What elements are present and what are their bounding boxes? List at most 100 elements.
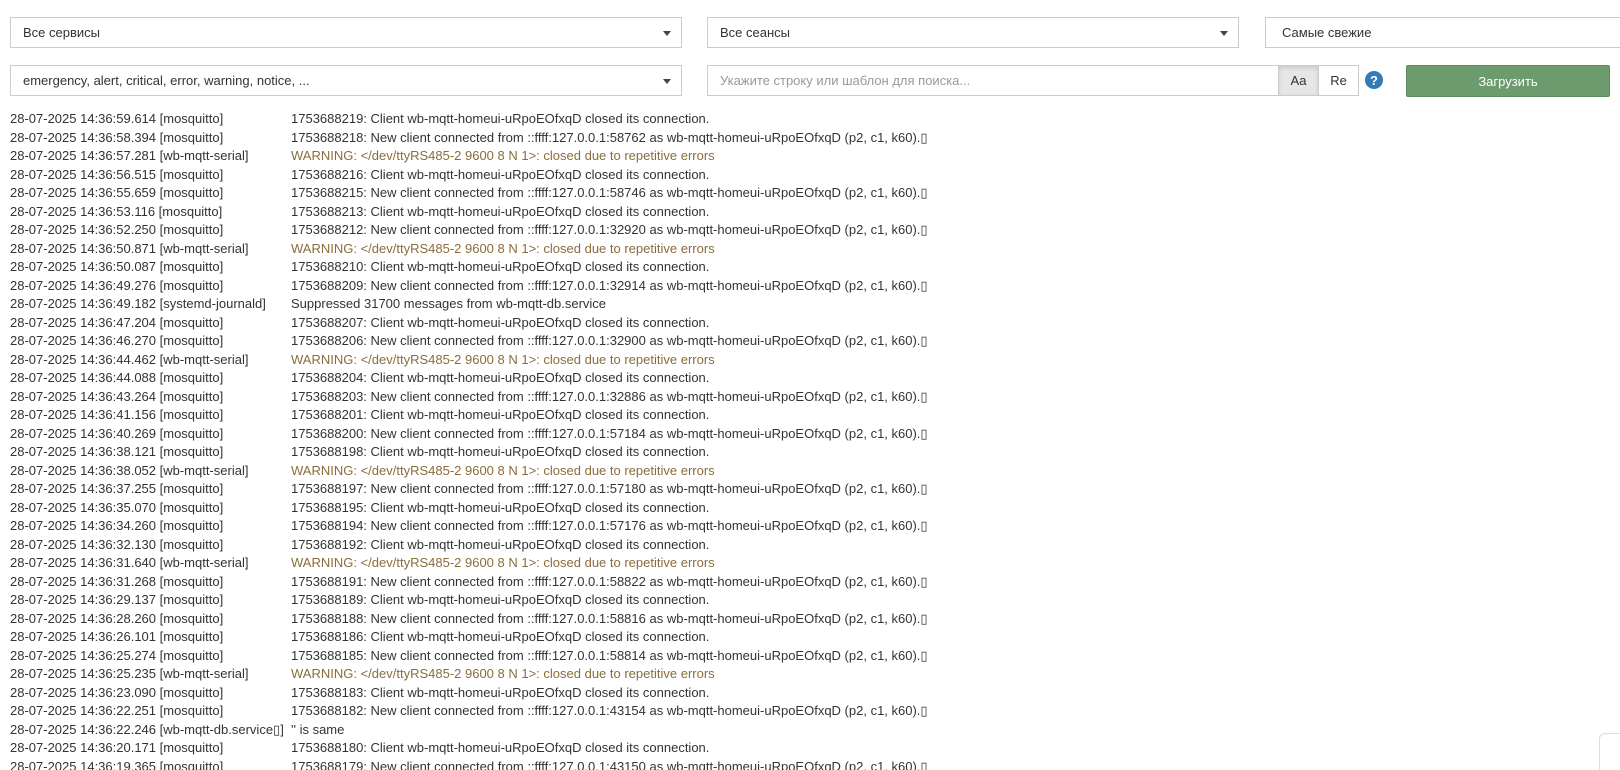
- log-row: 28-07-2025 14:36:49.276 [mosquitto] 17536…: [10, 277, 1590, 296]
- log-message: 1753688186: Client wb-mqtt-homeui-uRpoEO…: [291, 629, 710, 644]
- log-timestamp-service: 28-07-2025 14:36:50.087 [mosquitto]: [10, 259, 224, 274]
- log-timestamp-service: 28-07-2025 14:36:55.659 [mosquitto]: [10, 185, 224, 200]
- log-timestamp-service: 28-07-2025 14:36:49.182 [systemd-journal…: [10, 296, 266, 311]
- order-select-value: Самые свежие: [1282, 25, 1372, 40]
- log-message: 1753688201: Client wb-mqtt-homeui-uRpoEO…: [291, 407, 710, 422]
- log-row: 28-07-2025 14:36:50.871 [wb-mqtt-serial]…: [10, 240, 1590, 259]
- services-select-value: Все сервисы: [23, 25, 100, 40]
- log-row: 28-07-2025 14:36:35.070 [mosquitto] 17536…: [10, 499, 1590, 518]
- log-message: 1753688180: Client wb-mqtt-homeui-uRpoEO…: [291, 740, 710, 755]
- log-message: 1753688216: Client wb-mqtt-homeui-uRpoEO…: [291, 166, 710, 182]
- log-message: 1753688185: New client connected from ::…: [291, 647, 928, 663]
- log-message: WARNING: </dev/ttyRS485-2 9600 8 N 1>: c…: [291, 666, 715, 681]
- log-timestamp-service: 28-07-2025 14:36:31.268 [mosquitto]: [10, 573, 224, 589]
- log-timestamp-service: 28-07-2025 14:36:47.204 [mosquitto]: [10, 314, 224, 330]
- log-timestamp-service: 28-07-2025 14:36:38.121 [mosquitto]: [10, 444, 224, 459]
- log-timestamp-service: 28-07-2025 14:36:22.251 [mosquitto]: [10, 703, 224, 718]
- log-timestamp-service: 28-07-2025 14:36:29.137 [mosquitto]: [10, 592, 224, 607]
- log-timestamp-service: 28-07-2025 14:36:32.130 [mosquitto]: [10, 536, 224, 552]
- log-message: 1753688209: New client connected from ::…: [291, 277, 928, 293]
- log-list[interactable]: 28-07-2025 14:36:59.614 [mosquitto] 17536…: [10, 110, 1590, 770]
- log-row: 28-07-2025 14:36:22.251 [mosquitto] 17536…: [10, 702, 1590, 721]
- log-row: 28-07-2025 14:36:31.640 [wb-mqtt-serial]…: [10, 554, 1590, 573]
- load-button[interactable]: Загрузить: [1406, 65, 1610, 97]
- log-timestamp-service: 28-07-2025 14:36:22.246 [wb-mqtt-db.serv…: [10, 721, 284, 737]
- log-message: WARNING: </dev/ttyRS485-2 9600 8 N 1>: c…: [291, 148, 715, 163]
- log-row: 28-07-2025 14:36:20.171 [mosquitto] 17536…: [10, 739, 1590, 758]
- caret-down-icon: [663, 79, 671, 84]
- order-select[interactable]: Самые свежие: [1265, 17, 1620, 48]
- log-row: 28-07-2025 14:36:44.462 [wb-mqtt-serial]…: [10, 351, 1590, 370]
- log-message: 1753688206: New client connected from ::…: [291, 333, 928, 348]
- log-timestamp-service: 28-07-2025 14:36:26.101 [mosquitto]: [10, 629, 224, 644]
- sessions-select[interactable]: Все сеансы: [707, 17, 1239, 48]
- search-input[interactable]: [707, 65, 1279, 96]
- services-select[interactable]: Все сервисы: [10, 17, 682, 48]
- log-row: 28-07-2025 14:36:19.365 [mosquitto] 17536…: [10, 758, 1590, 770]
- log-row: 28-07-2025 14:36:32.130 [mosquitto] 17536…: [10, 536, 1590, 555]
- log-row: 28-07-2025 14:36:50.087 [mosquitto] 17536…: [10, 258, 1590, 277]
- log-row: 28-07-2025 14:36:47.204 [mosquitto] 17536…: [10, 314, 1590, 333]
- log-timestamp-service: 28-07-2025 14:36:37.255 [mosquitto]: [10, 481, 224, 496]
- log-timestamp-service: 28-07-2025 14:36:53.116 [mosquitto]: [10, 203, 223, 219]
- log-timestamp-service: 28-07-2025 14:36:50.871 [wb-mqtt-serial]: [10, 240, 249, 256]
- log-message: 1753688182: New client connected from ::…: [291, 703, 928, 718]
- log-row: 28-07-2025 14:36:49.182 [systemd-journal…: [10, 295, 1590, 314]
- log-row: 28-07-2025 14:36:26.101 [mosquitto] 17536…: [10, 628, 1590, 647]
- log-row: 28-07-2025 14:36:55.659 [mosquitto] 17536…: [10, 184, 1590, 203]
- log-message: 1753688219: Client wb-mqtt-homeui-uRpoEO…: [291, 111, 710, 126]
- log-timestamp-service: 28-07-2025 14:36:43.264 [mosquitto]: [10, 388, 224, 404]
- log-timestamp-service: 28-07-2025 14:36:56.515 [mosquitto]: [10, 166, 224, 182]
- log-timestamp-service: 28-07-2025 14:36:40.269 [mosquitto]: [10, 425, 224, 441]
- log-timestamp-service: 28-07-2025 14:36:35.070 [mosquitto]: [10, 499, 224, 515]
- log-row: 28-07-2025 14:36:41.156 [mosquitto] 17536…: [10, 406, 1590, 425]
- log-message: WARNING: </dev/ttyRS485-2 9600 8 N 1>: c…: [291, 555, 715, 570]
- log-timestamp-service: 28-07-2025 14:36:58.394 [mosquitto]: [10, 129, 224, 145]
- log-timestamp-service: 28-07-2025 14:36:44.088 [mosquitto]: [10, 370, 224, 385]
- log-row: 28-07-2025 14:36:38.121 [mosquitto] 17536…: [10, 443, 1590, 462]
- log-message: 1753688210: Client wb-mqtt-homeui-uRpoEO…: [291, 259, 710, 274]
- log-message: 1753688192: Client wb-mqtt-homeui-uRpoEO…: [291, 536, 710, 552]
- log-message: WARNING: </dev/ttyRS485-2 9600 8 N 1>: c…: [291, 351, 715, 367]
- log-timestamp-service: 28-07-2025 14:36:19.365 [mosquitto]: [10, 758, 224, 770]
- levels-select-value: emergency, alert, critical, error, warni…: [23, 73, 310, 88]
- sessions-select-value: Все сеансы: [720, 25, 790, 40]
- caret-down-icon: [1220, 31, 1228, 36]
- log-row: 28-07-2025 14:36:59.614 [mosquitto] 17536…: [10, 110, 1590, 129]
- help-icon[interactable]: ?: [1365, 71, 1383, 89]
- log-row: 28-07-2025 14:36:52.250 [mosquitto] 17536…: [10, 221, 1590, 240]
- log-message: 1753688200: New client connected from ::…: [291, 425, 928, 441]
- log-message: 1753688195: Client wb-mqtt-homeui-uRpoEO…: [291, 499, 710, 515]
- log-row: 28-07-2025 14:36:23.090 [mosquitto] 17536…: [10, 684, 1590, 703]
- log-message: '' is same: [291, 721, 345, 737]
- log-message: 1753688213: Client wb-mqtt-homeui-uRpoEO…: [291, 203, 710, 219]
- log-row: 28-07-2025 14:36:25.274 [mosquitto] 17536…: [10, 647, 1590, 666]
- log-row: 28-07-2025 14:36:40.269 [mosquitto] 17536…: [10, 425, 1590, 444]
- log-row: 28-07-2025 14:36:29.137 [mosquitto] 17536…: [10, 591, 1590, 610]
- regex-toggle[interactable]: Re: [1318, 65, 1359, 96]
- log-message: 1753688204: Client wb-mqtt-homeui-uRpoEO…: [291, 370, 710, 385]
- log-row: 28-07-2025 14:36:56.515 [mosquitto] 17536…: [10, 166, 1590, 185]
- log-message: WARNING: </dev/ttyRS485-2 9600 8 N 1>: c…: [291, 462, 715, 478]
- log-row: 28-07-2025 14:36:34.260 [mosquitto] 17536…: [10, 517, 1590, 536]
- log-message: 1753688207: Client wb-mqtt-homeui-uRpoEO…: [291, 314, 710, 330]
- log-row: 28-07-2025 14:36:44.088 [mosquitto] 17536…: [10, 369, 1590, 388]
- log-row: 28-07-2025 14:36:28.260 [mosquitto] 17536…: [10, 610, 1590, 629]
- case-sensitive-toggle[interactable]: Aa: [1278, 65, 1319, 96]
- log-timestamp-service: 28-07-2025 14:36:25.274 [mosquitto]: [10, 647, 224, 663]
- log-timestamp-service: 28-07-2025 14:36:23.090 [mosquitto]: [10, 684, 224, 700]
- log-message: 1753688203: New client connected from ::…: [291, 388, 928, 404]
- log-timestamp-service: 28-07-2025 14:36:38.052 [wb-mqtt-serial]: [10, 462, 249, 478]
- log-timestamp-service: 28-07-2025 14:36:52.250 [mosquitto]: [10, 222, 224, 237]
- log-message: 1753688197: New client connected from ::…: [291, 481, 928, 496]
- log-timestamp-service: 28-07-2025 14:36:49.276 [mosquitto]: [10, 277, 224, 293]
- levels-select[interactable]: emergency, alert, critical, error, warni…: [10, 65, 682, 96]
- log-message: Suppressed 31700 messages from wb-mqtt-d…: [291, 296, 607, 311]
- log-timestamp-service: 28-07-2025 14:36:57.281 [wb-mqtt-serial]: [10, 148, 249, 163]
- logs-page: Все сервисы Все сеансы Самые свежие emer…: [0, 0, 1620, 770]
- log-timestamp-service: 28-07-2025 14:36:59.614 [mosquitto]: [10, 111, 224, 126]
- log-message: 1753688189: Client wb-mqtt-homeui-uRpoEO…: [291, 592, 710, 607]
- log-timestamp-service: 28-07-2025 14:36:44.462 [wb-mqtt-serial]: [10, 351, 249, 367]
- scroll-corner-handle[interactable]: [1599, 733, 1620, 770]
- log-row: 28-07-2025 14:36:37.255 [mosquitto] 17536…: [10, 480, 1590, 499]
